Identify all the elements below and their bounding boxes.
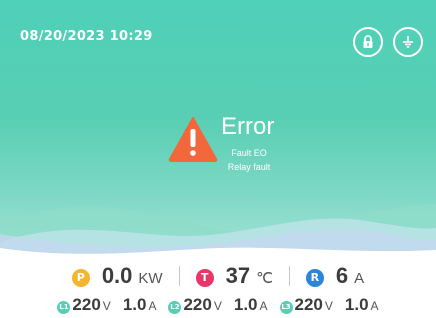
temperature-value: 37	[225, 263, 251, 288]
lock-icon	[363, 35, 373, 48]
phase-voltage: 220	[72, 295, 101, 314]
power-badge: P	[71, 268, 90, 287]
voltage-unit: V	[324, 299, 333, 313]
power-stat: P 0.0 KW	[71, 263, 163, 289]
phase-badge: L1	[57, 300, 71, 314]
phase-voltage: 220	[183, 295, 212, 314]
rcd-badge: R	[305, 268, 324, 287]
decorative-waves	[0, 204, 436, 265]
error-code: Fault EO	[231, 148, 267, 158]
phase-l1: L1 220 V 1.0 A	[57, 295, 156, 315]
rcd-stat: R 6 A	[305, 263, 365, 289]
phase-voltage: 220	[294, 295, 323, 314]
phase-current: 1.0	[344, 295, 369, 314]
phase-badge: L3	[279, 300, 293, 314]
phase-row: L1 220 V 1.0 A L2 220 V 1.0 A L3 220 V 1…	[0, 294, 436, 316]
phase-badge: L2	[168, 300, 182, 314]
power-value: 0.0	[101, 263, 133, 288]
temperature-unit: ℃	[256, 270, 273, 287]
error-title: Error	[221, 113, 275, 140]
phase-current: 1.0	[233, 295, 258, 314]
current-unit: A	[370, 299, 379, 313]
voltage-unit: V	[213, 299, 222, 313]
lock-button[interactable]	[353, 27, 383, 57]
phase-l2: L2 220 V 1.0 A	[168, 295, 268, 315]
phase-current: 1.0	[122, 295, 147, 314]
divider	[178, 266, 180, 286]
voltage-unit: V	[102, 299, 111, 313]
error-description: Relay fault	[227, 162, 271, 172]
warning-icon	[168, 117, 218, 162]
charger-screen: 08/20/2023 10:29 Error Fault EO Relay fa…	[0, 0, 436, 318]
ground-icon	[403, 36, 413, 48]
temperature-badge: T	[195, 268, 214, 287]
temperature-stat: T 37 ℃	[195, 263, 273, 289]
current-unit: A	[148, 299, 157, 313]
current-unit: A	[259, 299, 268, 313]
rcd-value: 6	[335, 263, 349, 288]
stats-row: P 0.0 KW T 37 ℃ R 6 A	[0, 262, 436, 290]
ground-button[interactable]	[393, 27, 423, 57]
phase-l3: L3 220 V 1.0 A	[279, 295, 379, 315]
divider	[288, 266, 290, 286]
power-unit: KW	[138, 270, 163, 287]
datetime-display: 08/20/2023 10:29	[20, 29, 153, 44]
rcd-unit: A	[354, 270, 365, 287]
